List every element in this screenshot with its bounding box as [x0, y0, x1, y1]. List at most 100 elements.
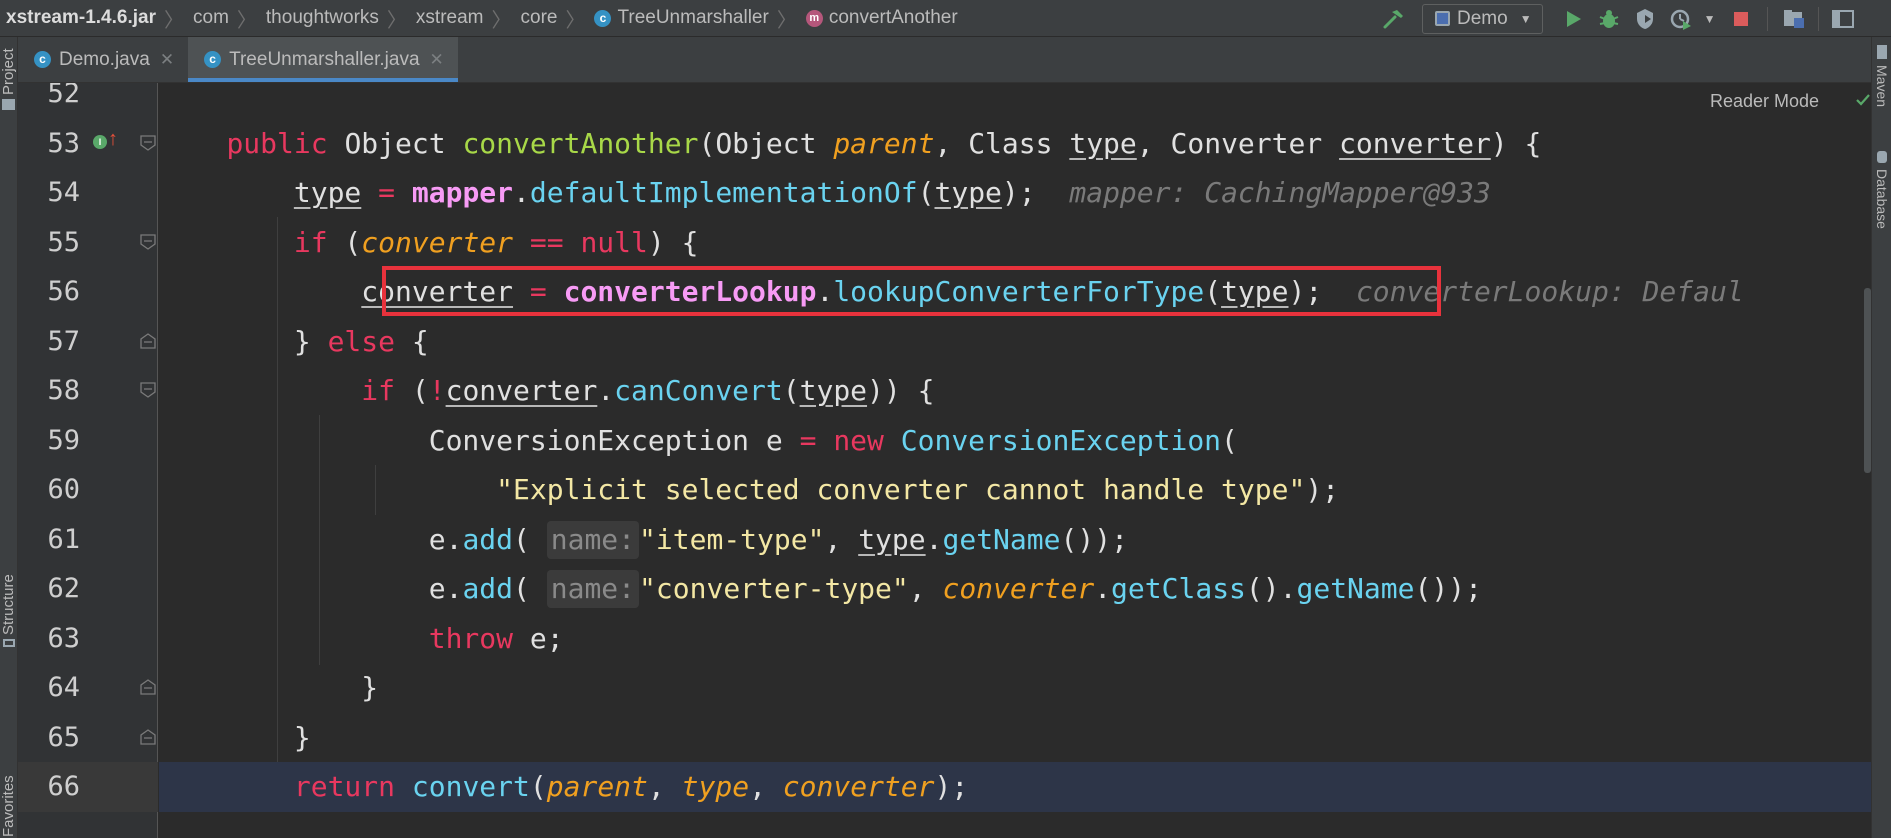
gutter-line: 53 I ↑: [18, 119, 158, 169]
editor-tabs: c Demo.java ✕ c TreeUnmarshaller.java ✕: [18, 37, 1871, 83]
code-line-63: throw e;: [428, 621, 564, 655]
code-editor[interactable]: 52 53 I ↑ 54 55 56 57 58 59 60 61 62 63 …: [18, 83, 1871, 838]
structure-icon: [3, 639, 15, 647]
inspection-ok-check-icon[interactable]: [1854, 91, 1871, 114]
structure-tool-label: Structure: [0, 574, 17, 635]
arrow-up-icon: ↑: [108, 127, 118, 150]
breadcrumb-item-com[interactable]: com: [193, 7, 229, 29]
gutter-line: 61: [18, 515, 158, 565]
breadcrumb-item-class[interactable]: c TreeUnmarshaller: [594, 7, 769, 29]
run-icon[interactable]: [1559, 5, 1587, 33]
gutter-line-current: 66: [18, 762, 158, 812]
favorites-tool-label: Favorites: [0, 775, 17, 837]
gutter-line: 65: [18, 713, 158, 763]
application-config-icon: [1435, 11, 1450, 26]
stop-icon[interactable]: [1727, 5, 1755, 33]
breadcrumb-method-label: convertAnother: [828, 7, 958, 28]
breadcrumb: xstream-1.4.6.jar 〉 com 〉 thoughtworks 〉…: [0, 0, 958, 37]
fold-collapse-icon[interactable]: [139, 381, 157, 399]
toolbar-separator: [1817, 6, 1819, 31]
reader-mode-toggle[interactable]: Reader Mode: [1710, 91, 1819, 112]
chevron-right-icon: 〉: [386, 9, 407, 32]
chevron-right-icon: 〉: [164, 9, 184, 32]
gutter-line: 57: [18, 317, 158, 367]
line-number: 65: [47, 721, 80, 753]
class-icon: c: [204, 51, 222, 68]
breadcrumb-item-method[interactable]: m convertAnother: [805, 7, 958, 29]
profile-icon[interactable]: [1667, 5, 1695, 33]
breadcrumb-item-xstream[interactable]: xstream: [416, 7, 484, 29]
maven-tool-label: Maven: [1874, 65, 1890, 108]
chevron-right-icon: 〉: [491, 9, 512, 32]
fold-end-icon[interactable]: [139, 728, 157, 746]
run-configuration-label: Demo: [1457, 7, 1508, 29]
chevron-down-icon: ▼: [1519, 11, 1532, 26]
code-line-60: "Explicit selected converter cannot hand…: [496, 473, 1340, 506]
code-line-57: } else {: [159, 324, 429, 358]
folder-icon: [2, 99, 15, 110]
class-icon: c: [594, 9, 612, 27]
favorites-tool-button[interactable]: Favorites: [0, 737, 18, 837]
fold-end-icon[interactable]: [139, 332, 157, 350]
method-icon: m: [805, 9, 823, 27]
tab-treeunmarshaller-java[interactable]: c TreeUnmarshaller.java ✕: [188, 37, 458, 82]
line-number: 52: [47, 83, 80, 110]
gutter-line: 62: [18, 564, 158, 614]
gutter-line: 64: [18, 663, 158, 713]
fold-collapse-icon[interactable]: [139, 134, 157, 152]
code-line-53: public Object convertAnother(Object pare…: [226, 126, 1542, 160]
database-tool-button[interactable]: Database: [1872, 149, 1891, 259]
breadcrumb-item-jar[interactable]: xstream-1.4.6.jar: [6, 7, 156, 29]
inline-debug-value: mapper: CachingMapper@933: [1069, 176, 1491, 209]
code-line-65: }: [159, 720, 311, 754]
vertical-scrollbar[interactable]: [1864, 288, 1871, 473]
editor-gutter[interactable]: 52 53 I ↑ 54 55 56 57 58 59 60 61 62 63 …: [18, 83, 158, 838]
right-tool-strip: Maven Database: [1871, 37, 1891, 838]
fold-collapse-icon[interactable]: [139, 233, 157, 251]
line-number: 54: [47, 177, 80, 209]
database-icon: [1877, 151, 1887, 163]
database-tool-label: Database: [1874, 169, 1890, 229]
project-structure-icon[interactable]: [1780, 5, 1808, 33]
project-tool-label: Project: [0, 48, 17, 95]
parameter-name-hint: name:: [546, 520, 640, 559]
breadcrumb-class-label: TreeUnmarshaller: [617, 7, 769, 28]
gutter-line: 63: [18, 614, 158, 664]
line-number: 64: [47, 672, 80, 704]
tab-label: Demo.java: [59, 48, 150, 70]
tab-demo-java[interactable]: c Demo.java ✕: [18, 37, 188, 82]
code-line-59: ConversionException e = new ConversionEx…: [159, 423, 1238, 457]
maven-icon: [1877, 45, 1887, 59]
gutter-line: 52: [18, 83, 158, 119]
run-configuration-select[interactable]: Demo ▼: [1422, 3, 1543, 34]
build-hammer-icon[interactable]: [1380, 5, 1408, 33]
run-options-chevron-icon[interactable]: ▼: [1703, 5, 1717, 33]
implementing-method-icon[interactable]: I: [93, 134, 107, 149]
gutter-line: 56: [18, 267, 158, 317]
navigation-bar: xstream-1.4.6.jar 〉 com 〉 thoughtworks 〉…: [0, 0, 1891, 37]
gutter-line: 58: [18, 366, 158, 416]
chevron-right-icon: 〉: [565, 9, 586, 32]
line-number: 55: [47, 226, 80, 258]
close-icon[interactable]: ✕: [430, 50, 444, 70]
code-area[interactable]: public Object convertAnother(Object pare…: [159, 83, 1871, 838]
fold-end-icon[interactable]: [139, 678, 157, 696]
sdk-icon[interactable]: [1829, 5, 1857, 33]
string-literal: "Explicit selected converter cannot hand…: [496, 473, 1306, 506]
line-number: 58: [47, 375, 80, 407]
line-number: 57: [47, 325, 80, 357]
class-icon: c: [34, 51, 51, 68]
breadcrumb-item-core[interactable]: core: [521, 7, 558, 29]
breadcrumb-item-thoughtworks[interactable]: thoughtworks: [266, 7, 379, 29]
maven-tool-button[interactable]: Maven: [1872, 37, 1891, 147]
coverage-icon[interactable]: [1631, 5, 1659, 33]
line-number: 62: [47, 573, 80, 605]
close-icon[interactable]: ✕: [160, 50, 174, 70]
structure-tool-button[interactable]: Structure: [0, 557, 18, 647]
line-number: 60: [47, 474, 80, 506]
line-number: 59: [47, 424, 80, 456]
line-number: 56: [47, 276, 80, 308]
project-tool-button[interactable]: Project: [0, 39, 18, 119]
toolbar-separator: [1766, 6, 1768, 31]
debug-icon[interactable]: [1595, 5, 1623, 33]
